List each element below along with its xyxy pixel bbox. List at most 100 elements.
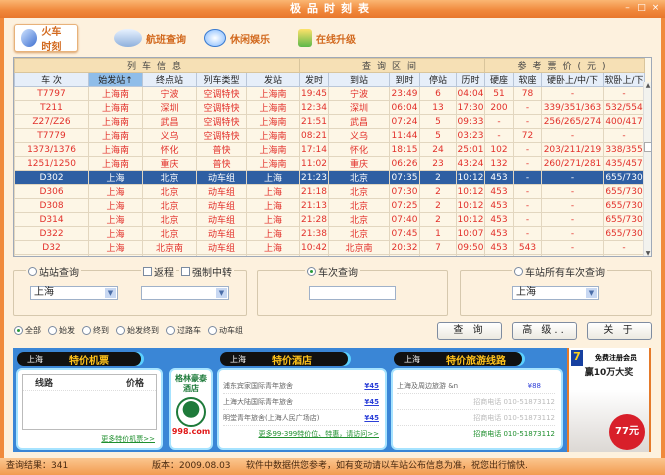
table-cell: - [541,86,604,101]
table-cell: 532/554 [602,100,646,115]
filter-radio[interactable]: 始发 [48,325,75,336]
table-cell: 7 [419,240,457,255]
minimize-button[interactable]: – [622,3,633,14]
table-row[interactable]: D308 上海 北京 动车组 上海 21:13 北京 07:25 2 10:12 453- -655/… [14,198,646,213]
hotel-price-link[interactable]: ¥45 [364,382,379,390]
tab-flight-query[interactable]: 航班查询 [108,24,192,52]
table-row[interactable]: D5452上海常州动车组上海05:40常州06:59201:195161-- [14,254,646,256]
table-cell: 21:51 [299,114,329,129]
table-cell: 上海南 [246,114,300,129]
table-cell: 北京 [142,198,197,213]
table-cell: 上海南 [88,142,143,157]
column-header[interactable]: 到站 [328,72,390,87]
table-cell: D314 [14,212,89,227]
table-cell: 435/457 [602,156,646,171]
column-header[interactable]: 始发站↑ [88,72,143,87]
more-flights-link[interactable]: 更多特价机票>> [101,434,155,444]
table-cell: 655/730 [602,212,646,227]
table-row[interactable]: Z27/Z26 上海南 武昌 空调特快 上海南 21:51 武昌 07:24 5 09:33- -2… [14,114,646,129]
column-header[interactable]: 硬座 [484,72,514,87]
table-cell: 动车组 [196,226,247,241]
greentree-hotel-ad[interactable]: 格林豪泰酒店 998.com [169,368,213,450]
table-cell: 655/730 [602,198,646,213]
column-header[interactable]: 硬卧上/中/下 [541,72,604,87]
table-cell: 17:30 [456,100,485,115]
close-button[interactable]: × [650,3,661,14]
checkbox-icon [143,267,152,276]
column-header[interactable]: 发时 [299,72,329,87]
seven-days-logo-icon: 7 [571,350,583,366]
table-cell: 61 [513,254,542,256]
table-cell: 21:13 [299,198,329,213]
table-cell: 上海 [246,198,300,213]
filter-radio[interactable]: 动车组 [208,325,243,336]
table-cell: - [513,156,542,171]
station-all-trains-radio[interactable]: 车站所有车次查询 [512,264,607,279]
filter-radio[interactable]: 过路车 [166,325,201,336]
from-station-select[interactable]: 上海 ▼ [30,286,118,300]
table-row[interactable]: T7779 上海南 义乌 空调特快 上海南 08:21 义乌 11:44 5 03:23-72- - [14,128,646,143]
table-row[interactable]: T7797 上海南 宁波 空调特快 上海南 19:45 宁波 23:49 6 04:04 51 78-… [14,86,646,101]
table-cell: 1373/1376 [14,142,89,157]
table-cell: 上海 [246,170,300,185]
table-cell: - [541,128,604,143]
return-checkbox[interactable]: 返程 [141,264,176,279]
table-cell: 07:24 [389,114,420,129]
column-header[interactable]: 软卧上/下 [602,72,646,87]
table-cell: 武昌 [328,114,390,129]
hotel-price-link[interactable]: ¥45 [364,398,379,406]
column-header[interactable]: 列车类型 [196,72,247,87]
column-header[interactable]: 软座 [513,72,542,87]
table-cell: - [541,170,604,185]
force-transfer-checkbox[interactable]: 强制中转 [179,264,234,279]
table-row[interactable]: T211 上海南 深圳 空调特快 上海南 12:34 深圳 06:04 13 17:30 200-3… [14,100,646,115]
table-row[interactable]: 1373/1376 上海南 怀化 普快 上海南 17:14 怀化 18:15 24 25:01 10… [14,142,646,157]
table-row[interactable]: D322 上海 北京 动车组 上海 21:38 北京 07:45 1 10:07 453- -655/… [14,226,646,241]
maximize-button[interactable]: □ [636,3,647,14]
table-cell: 339/351/363 [541,100,604,115]
table-cell: 北京 [142,212,197,227]
table-scrollbar[interactable]: ▲ ▼ [643,82,651,256]
column-header[interactable]: 停站 [419,72,457,87]
station-query-radio[interactable]: 站站查询 [26,264,81,279]
tab-online-upgrade[interactable]: 在线升级 [292,24,362,52]
column-header[interactable]: 发站 [246,72,300,87]
more-hotels-link[interactable]: 更多99-399特价位、特惠，请访问>> [223,429,379,439]
table-cell: 北京 [328,212,390,227]
about-button[interactable]: 关 于 [587,322,652,340]
table-row[interactable]: 1251/1250 上海南 重庆 普快 上海南 11:02 重庆 06:26 23 43:24 13… [14,156,646,171]
scrollbar-thumb[interactable] [644,142,651,152]
table-cell: 102 [484,142,514,157]
column-header[interactable]: 历时 [456,72,485,87]
table-cell: 上海 [88,198,143,213]
table-row[interactable]: D32 上海 北京南 动车组 上海 10:42 北京南 20:32 7 09:50 453 543- - [14,240,646,255]
table-cell: 51 [484,86,514,101]
table-cell: 常州 [142,254,197,256]
table-cell: 空调特快 [196,100,247,115]
search-button[interactable]: 查 询 [437,322,502,340]
hotel-price-link[interactable]: ¥45 [364,414,379,422]
to-station-select[interactable]: ▼ [141,286,229,300]
table-row[interactable]: D302 上海 北京 动车组 上海 21:23 北京 07:35 2 10:12 453- -655/… [14,170,646,185]
table-cell: 义乌 [328,128,390,143]
tab-train-schedule[interactable]: 火车时刻 [14,24,78,53]
tour-price[interactable]: ¥88 [528,382,541,390]
result-count: 查询结果：341 [6,461,69,471]
filter-radio[interactable]: 始发终到 [116,325,159,336]
advanced-button[interactable]: 高 级.. [512,322,577,340]
column-header[interactable]: 到时 [389,72,420,87]
table-row[interactable]: D314 上海 北京 动车组 上海 21:28 北京 07:40 2 10:12 453- -655/… [14,212,646,227]
train-query-radio[interactable]: 车次查询 [305,264,360,279]
filter-radio[interactable]: 全部 [14,325,41,336]
station-select[interactable]: 上海 ▼ [512,286,599,300]
member-promo-ad[interactable]: 7 免费注册会员 赢10万大奖 77元 [567,348,651,452]
table-cell: 453 [484,226,514,241]
filter-radio[interactable]: 终到 [82,325,109,336]
column-header[interactable]: 车 次 [14,72,89,87]
table-row[interactable]: D306 上海 北京 动车组 上海 21:18 北京 07:30 2 10:12 453- -655/… [14,184,646,199]
column-header[interactable]: 终点站 [142,72,197,87]
table-cell: 655/730 [602,170,646,185]
tab-entertainment[interactable]: 休闲娱乐 [198,24,276,52]
table-cell: 动车组 [196,254,247,256]
train-number-input[interactable] [309,286,396,300]
